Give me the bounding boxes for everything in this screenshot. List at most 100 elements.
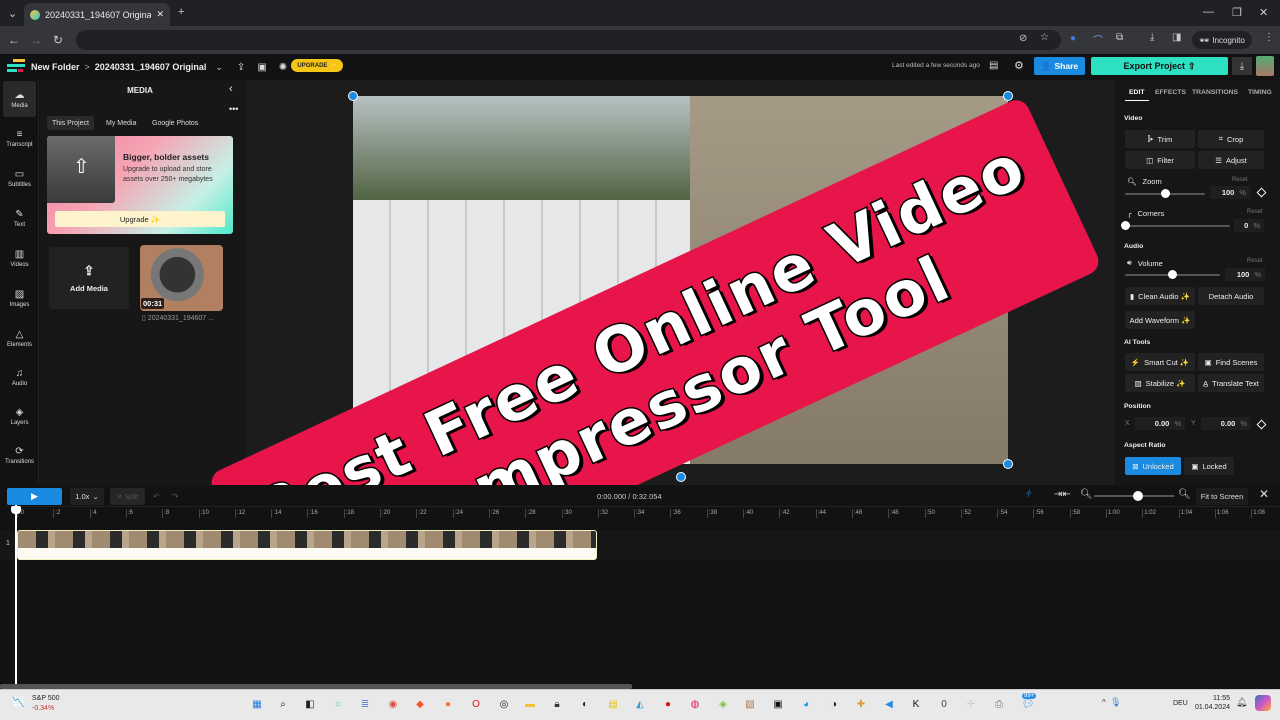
windows-start-icon[interactable]: ▦ [249, 696, 265, 712]
promo-upgrade-button[interactable]: Upgrade ✨ [55, 211, 225, 227]
zoom-out-icon[interactable]: 🔍︎ [1080, 489, 1093, 500]
zoom-app-icon[interactable]: ▣ [770, 696, 786, 712]
puzzle-icon[interactable]: ⧉ [1116, 32, 1123, 43]
tab-transitions[interactable]: TRANSITIONS [1192, 89, 1238, 96]
kick-icon[interactable]: K [908, 696, 924, 712]
stock-widget-name[interactable]: S&P 500 [32, 695, 60, 702]
edge-icon[interactable]: ◕ [798, 696, 814, 712]
language-indicator[interactable]: DEU [1173, 700, 1188, 707]
tab-close-icon[interactable]: ✕ [156, 9, 164, 20]
copilot-icon[interactable] [1255, 695, 1271, 711]
tab-my-media[interactable]: My Media [101, 116, 141, 130]
collapse-panel-icon[interactable]: ‹ [229, 83, 233, 95]
sidebar-item-transitions[interactable]: ⟳ Transitions [0, 437, 39, 473]
tab-google-photos[interactable]: Google Photos [147, 116, 203, 130]
stabilize-button[interactable]: ▧ Stabilize ✨ [1125, 374, 1195, 392]
playback-speed-select[interactable]: 1.0x ⌄ [70, 488, 104, 505]
clipboard-icon[interactable]: ▤ [605, 696, 621, 712]
app-logo[interactable] [7, 59, 25, 73]
sidebar-item-subtitles[interactable]: ▭ Subtitles [0, 160, 39, 196]
add-media-button[interactable]: ⇪ Add Media [49, 247, 129, 309]
app-dark-icon[interactable]: ◑ [826, 696, 842, 712]
zoom-reset[interactable]: Reset [1232, 177, 1248, 183]
eye-off-icon[interactable]: ⊘ [1019, 33, 1027, 44]
brave-icon[interactable]: ◆ [412, 696, 428, 712]
position-x-field[interactable]: 0.00% [1135, 417, 1185, 430]
fit-width-icon[interactable]: ⇥⇤ [1054, 489, 1071, 500]
volume-slider-knob[interactable] [1168, 270, 1177, 279]
zoom-slider-knob[interactable] [1160, 189, 1170, 198]
chrome-icon[interactable]: ◉ [385, 696, 401, 712]
crop-button[interactable]: ⌗ Crop [1198, 130, 1264, 148]
upload-share-icon[interactable]: ⇪ [237, 62, 245, 73]
browser-menu-icon[interactable]: ⋮ [1264, 32, 1274, 43]
search-icon[interactable]: ⌕ [275, 696, 291, 712]
settings-gear-icon[interactable]: ⚙ [1014, 59, 1024, 72]
microphone-icon[interactable]: 🎙︎ [1110, 697, 1121, 708]
close-timeline-icon[interactable]: ✕ [1259, 487, 1269, 501]
download-icon[interactable]: ⤓ [1150, 32, 1154, 43]
corners-value-field[interactable]: 0% [1234, 219, 1264, 232]
firefox-icon[interactable]: ● [440, 696, 456, 712]
back-icon[interactable]: ← [3, 33, 25, 47]
bluestacks-icon[interactable]: ◈ [715, 696, 731, 712]
close-window-button[interactable]: ✕ [1259, 6, 1268, 19]
incognito-badge[interactable]: 🕶 Incognito [1192, 31, 1252, 49]
translate-text-button[interactable]: A̲ Translate Text [1198, 374, 1264, 392]
vpn-lock-icon[interactable]: 🔒︎ [549, 696, 565, 712]
tray-overflow-icon[interactable]: ^ [1102, 698, 1106, 707]
share-button[interactable]: 👤 Share [1034, 57, 1085, 75]
download-button[interactable]: ⤓ [1232, 57, 1252, 75]
obs-icon[interactable]: ◎ [496, 696, 512, 712]
app-red-icon[interactable]: ◍ [687, 696, 703, 712]
corners-reset[interactable]: Reset [1247, 209, 1263, 215]
detach-audio-button[interactable]: Detach Audio [1198, 287, 1264, 305]
resize-handle-top-right[interactable] [1003, 91, 1013, 101]
corners-slider-knob[interactable] [1120, 221, 1130, 230]
position-y-field[interactable]: 0.00% [1201, 417, 1251, 430]
sidebar-item-media[interactable]: ☁ Media [3, 81, 36, 117]
side-panel-icon[interactable]: ◨ [1172, 32, 1181, 43]
volume-app-icon[interactable]: ◀ [881, 696, 897, 712]
play-button[interactable]: ▶ [7, 488, 62, 505]
maximize-button[interactable]: ❐ [1232, 6, 1242, 19]
sidebar-item-layers[interactable]: ◈ Layers [0, 398, 39, 434]
comments-icon[interactable]: ▤ [989, 60, 998, 71]
adjust-button[interactable]: ☰ Adjust [1198, 151, 1264, 169]
filter-button[interactable]: ◫ Filter [1125, 151, 1195, 169]
minimize-button[interactable]: — [1203, 6, 1214, 18]
sidebar-item-text[interactable]: ✎ Text [0, 200, 39, 236]
paint-icon[interactable]: ◭ [632, 696, 648, 712]
find-scenes-button[interactable]: ▣ Find Scenes [1198, 353, 1264, 371]
split-button[interactable]: ✕ Split [110, 488, 145, 505]
user-avatar[interactable] [1256, 56, 1274, 76]
steam-icon[interactable]: ◐ [577, 696, 593, 712]
file-explorer-icon[interactable]: ▬ [522, 696, 538, 712]
zoom-value-field[interactable]: 100% [1210, 186, 1250, 199]
export-project-button[interactable]: Export Project ⇧ [1091, 57, 1228, 75]
snap-icon[interactable]: ⫩ [1026, 489, 1032, 500]
extension-icon[interactable]: ● [1070, 33, 1076, 44]
timeline-zoom-knob[interactable] [1133, 491, 1143, 501]
project-name[interactable]: 20240331_194607 Original [95, 62, 207, 72]
address-bar[interactable] [76, 30, 1061, 50]
sidebar-item-videos[interactable]: ▥ Videos [0, 240, 39, 276]
smart-cut-button[interactable]: ⚡ Smart Cut ✨ [1125, 353, 1195, 371]
zoom-in-icon[interactable]: 🔍︎ [1178, 489, 1191, 500]
reload-icon[interactable]: ↻ [47, 33, 69, 47]
clean-audio-button[interactable]: ▮ Clean Audio ✨ [1125, 287, 1195, 305]
notification-bell-icon[interactable]: 🔔︎ [1236, 697, 1247, 708]
star-icon[interactable]: ☆ [1040, 32, 1049, 43]
subtitles-preview-icon[interactable]: ▣ [257, 62, 266, 73]
tab-this-project[interactable]: This Project [47, 116, 94, 130]
volume-reset[interactable]: Reset [1247, 258, 1263, 264]
opera-icon[interactable]: O [468, 696, 484, 712]
corners-slider-track[interactable] [1125, 225, 1230, 227]
pinwheel-icon[interactable]: ✢ [963, 696, 979, 712]
playhead-line[interactable] [15, 505, 17, 685]
sidebar-item-audio[interactable]: ♫ Audio [0, 359, 39, 395]
more-options-icon[interactable]: ••• [229, 104, 238, 114]
app-color-icon[interactable]: ✚ [853, 696, 869, 712]
cortana-icon[interactable]: ○ [330, 696, 346, 712]
aspect-unlocked-button[interactable]: ⊠ Unlocked [1125, 457, 1181, 475]
